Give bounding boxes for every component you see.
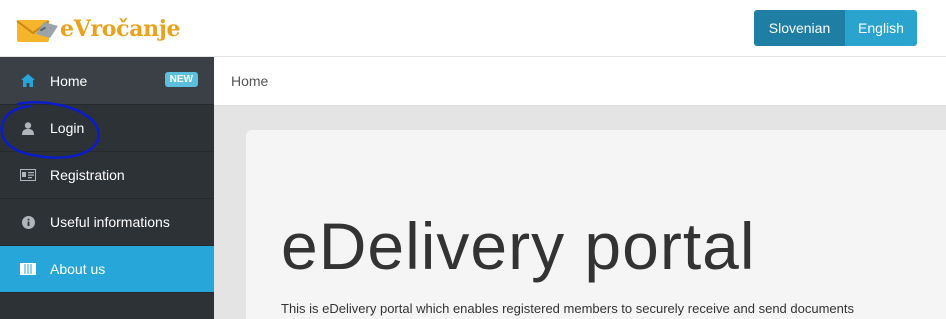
breadcrumb-bar: Home <box>214 57 946 106</box>
sidebar-item-registration[interactable]: Registration <box>0 152 214 199</box>
language-english-button[interactable]: English <box>845 10 917 46</box>
info-icon <box>20 214 36 230</box>
language-slovenian-button[interactable]: Slovenian <box>754 10 845 46</box>
home-icon <box>20 73 36 89</box>
sidebar-item-about-us[interactable]: About us <box>0 246 214 293</box>
sidebar-item-label: About us <box>50 261 106 277</box>
sidebar-item-label: Registration <box>50 167 125 183</box>
user-icon <box>20 120 36 136</box>
sidebar: Home NEW Login Registration Useful infor… <box>0 57 214 319</box>
new-badge: NEW <box>164 72 198 87</box>
top-bar: eVročanje Slovenian English <box>0 0 946 57</box>
sidebar-item-useful-informations[interactable]: Useful informations <box>0 199 214 246</box>
sidebar-item-label: Useful informations <box>50 214 170 230</box>
id-card-icon <box>20 167 36 183</box>
sidebar-item-login[interactable]: Login <box>0 105 214 152</box>
envelope-logo-icon <box>14 14 60 44</box>
sidebar-item-label: Home <box>50 72 88 89</box>
breadcrumb[interactable]: Home <box>231 73 268 89</box>
logo[interactable]: eVročanje <box>14 13 181 45</box>
hero-card: eDelivery portal This is eDelivery porta… <box>246 130 946 319</box>
columns-icon <box>20 261 36 277</box>
intro-text: This is eDelivery portal which enables r… <box>281 301 854 316</box>
language-switcher: Slovenian English <box>754 10 917 46</box>
sidebar-item-home[interactable]: Home NEW <box>0 57 214 105</box>
logo-text: eVročanje <box>60 16 181 42</box>
page-title: eDelivery portal <box>281 209 756 283</box>
sidebar-item-label: Login <box>50 120 85 136</box>
